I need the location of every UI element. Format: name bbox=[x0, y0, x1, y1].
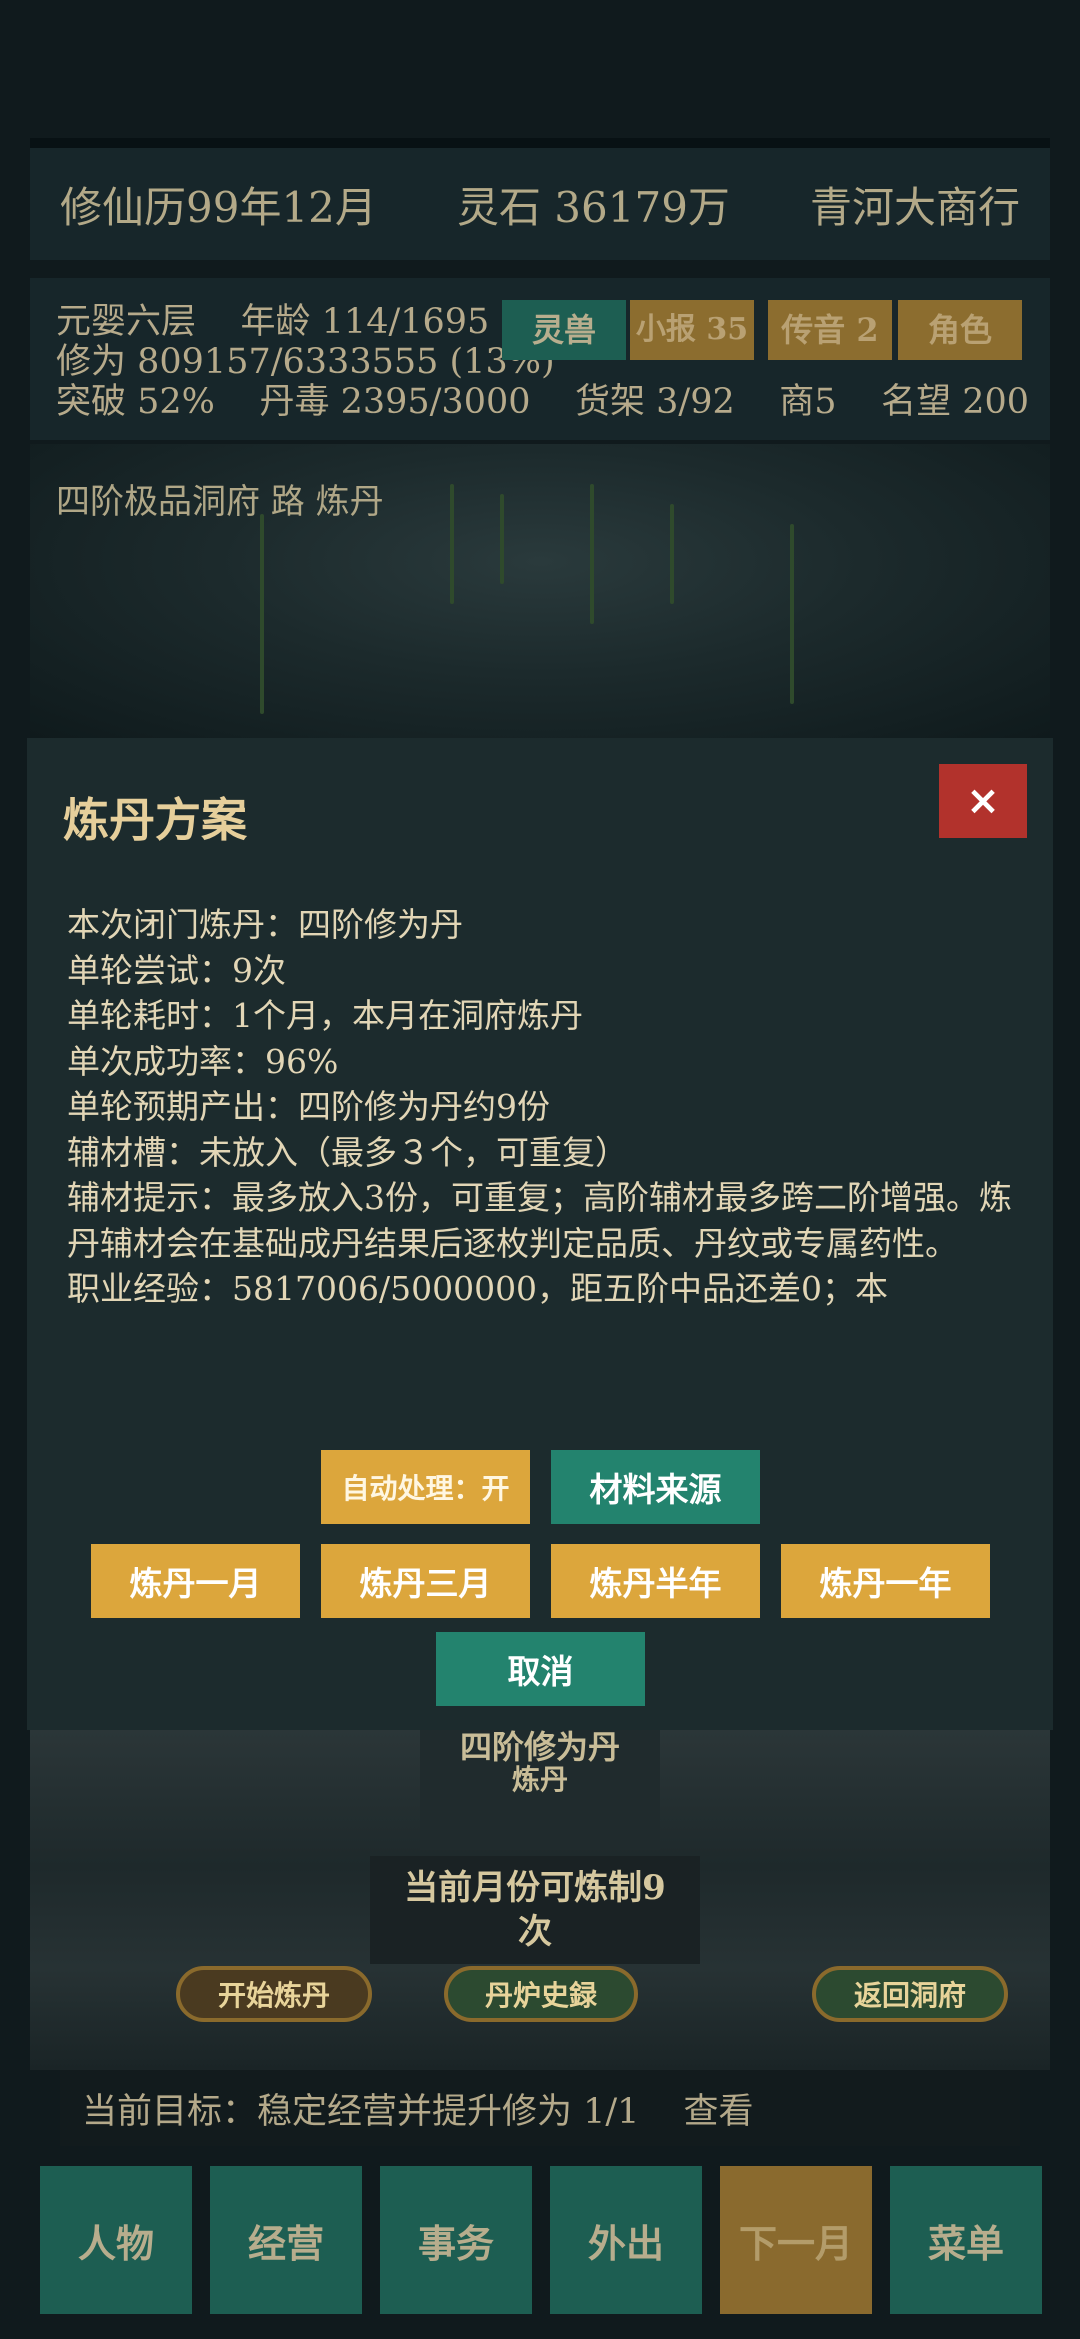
character-stats-panel: 元婴六层 年龄 114/1695 修为 809157/6333555 (13%)… bbox=[30, 278, 1050, 440]
stele-title: 四阶修为丹 bbox=[459, 1730, 620, 1766]
nav-next-month[interactable]: 下一月 bbox=[720, 2166, 872, 2314]
dialog-title: 炼丹方案 bbox=[63, 793, 247, 847]
stele-subtitle: 炼丹 bbox=[511, 1763, 568, 1797]
cultivation-label: 修为 809157/6333555 (13%) bbox=[56, 342, 555, 382]
close-button[interactable]: × bbox=[939, 764, 1027, 838]
breakthrough-label: 突破 52% bbox=[56, 382, 215, 422]
alchemy-scene: 四阶修为丹 炼丹 当前月份可炼制9次 开始炼丹 丹炉史録 返回洞府 bbox=[30, 1730, 1050, 2070]
material-source-button[interactable]: 材料来源 bbox=[551, 1450, 760, 1524]
auto-process-toggle[interactable]: 自动处理：开 bbox=[321, 1450, 530, 1524]
auxiliary-tip: 辅材提示：最多放入3份，可重复；高阶辅材最多跨二阶增强。炼丹辅材会在基础成丹结果… bbox=[67, 1178, 1012, 1263]
stats-row-3: 突破 52% 丹毒 2395/3000 货架 3/92 商5 名望 200 bbox=[56, 382, 1029, 422]
stele: 四阶修为丹 炼丹 bbox=[420, 1730, 660, 1850]
vine-decoration bbox=[590, 484, 594, 624]
plan-line: 单轮预期产出：四阶修为丹约9份 bbox=[67, 1087, 550, 1126]
character-button[interactable]: 角色 bbox=[898, 300, 1022, 360]
plan-line: 辅材槽：未放入（最多３个，可重复） bbox=[67, 1132, 628, 1172]
vine-decoration bbox=[500, 494, 504, 584]
stats-row-2: 修为 809157/6333555 (13%) bbox=[56, 342, 555, 382]
return-cave-button[interactable]: 返回洞府 bbox=[812, 1966, 1008, 2022]
vine-decoration bbox=[670, 504, 674, 604]
stats-row-1: 元婴六层 年龄 114/1695 bbox=[56, 302, 489, 342]
shelf-label: 货架 3/92 bbox=[575, 382, 735, 422]
profession-exp: 职业经验：5817006/5000000，距五阶中品还差0；本 bbox=[67, 1269, 889, 1308]
pill-toxicity-label: 丹毒 2395/3000 bbox=[259, 382, 531, 422]
alchemy-half-year-button[interactable]: 炼丹半年 bbox=[551, 1544, 760, 1618]
plan-line: 单轮耗时：1个月，本月在洞府炼丹 bbox=[67, 996, 583, 1035]
alchemy-three-months-button[interactable]: 炼丹三月 bbox=[321, 1544, 530, 1618]
goal-text: 当前目标：稳定经营并提升修为 1/1 bbox=[82, 2091, 640, 2132]
plan-line: 本次闭门炼丹：四阶修为丹 bbox=[67, 905, 463, 944]
shop-name[interactable]: 青河大商行 bbox=[810, 174, 1020, 235]
header-bar: 修仙历99年12月 灵石 36179万 青河大商行 bbox=[30, 138, 1050, 260]
location-label: 四阶极品洞府 路 炼丹 bbox=[56, 482, 384, 522]
realm-label: 元婴六层 bbox=[56, 302, 197, 342]
nav-character[interactable]: 人物 bbox=[40, 2166, 192, 2314]
cancel-button[interactable]: 取消 bbox=[436, 1632, 645, 1706]
start-alchemy-button[interactable]: 开始炼丹 bbox=[176, 1966, 372, 2022]
plan-line: 单次成功率：96% bbox=[67, 1041, 339, 1081]
capacity-label: 当前月份可炼制9次 bbox=[370, 1856, 700, 1964]
goal-view-link[interactable]: 查看 bbox=[683, 2083, 753, 2134]
current-goal-bar: 当前目标：稳定经营并提升修为 1/1 查看 bbox=[60, 2070, 1020, 2146]
age-label: 年龄 114/1695 bbox=[240, 302, 490, 342]
alchemy-one-year-button[interactable]: 炼丹一年 bbox=[781, 1544, 990, 1618]
alchemy-one-month-button[interactable]: 炼丹一月 bbox=[91, 1544, 300, 1618]
dialog-body: 本次闭门炼丹：四阶修为丹 单轮尝试：9次 单轮耗时：1个月，本月在洞府炼丹 单次… bbox=[67, 902, 1027, 1312]
vine-decoration bbox=[260, 514, 264, 714]
vine-decoration bbox=[450, 484, 454, 604]
shop-count-label: 商5 bbox=[779, 382, 837, 422]
nav-affairs[interactable]: 事务 bbox=[380, 2166, 532, 2314]
game-date: 修仙历99年12月 bbox=[60, 182, 377, 232]
nav-outing[interactable]: 外出 bbox=[550, 2166, 702, 2314]
cave-scene-top: 四阶极品洞府 路 炼丹 bbox=[30, 444, 1050, 738]
vine-decoration bbox=[790, 524, 794, 704]
newspaper-button[interactable]: 小报 35 bbox=[630, 300, 754, 360]
nav-business[interactable]: 经营 bbox=[210, 2166, 362, 2314]
furnace-history-button[interactable]: 丹炉史録 bbox=[444, 1966, 638, 2022]
reputation-label: 名望 200 bbox=[881, 382, 1029, 422]
spirit-beast-button[interactable]: 灵兽 bbox=[502, 300, 626, 360]
plan-line: 单轮尝试：9次 bbox=[67, 950, 286, 990]
messages-button[interactable]: 传音 2 bbox=[768, 300, 892, 360]
spirit-stone-count: 灵石 36179万 bbox=[456, 182, 730, 232]
alchemy-plan-dialog: 炼丹方案 × 本次闭门炼丹：四阶修为丹 单轮尝试：9次 单轮耗时：1个月，本月在… bbox=[27, 738, 1053, 1730]
nav-menu[interactable]: 菜单 bbox=[890, 2166, 1042, 2314]
